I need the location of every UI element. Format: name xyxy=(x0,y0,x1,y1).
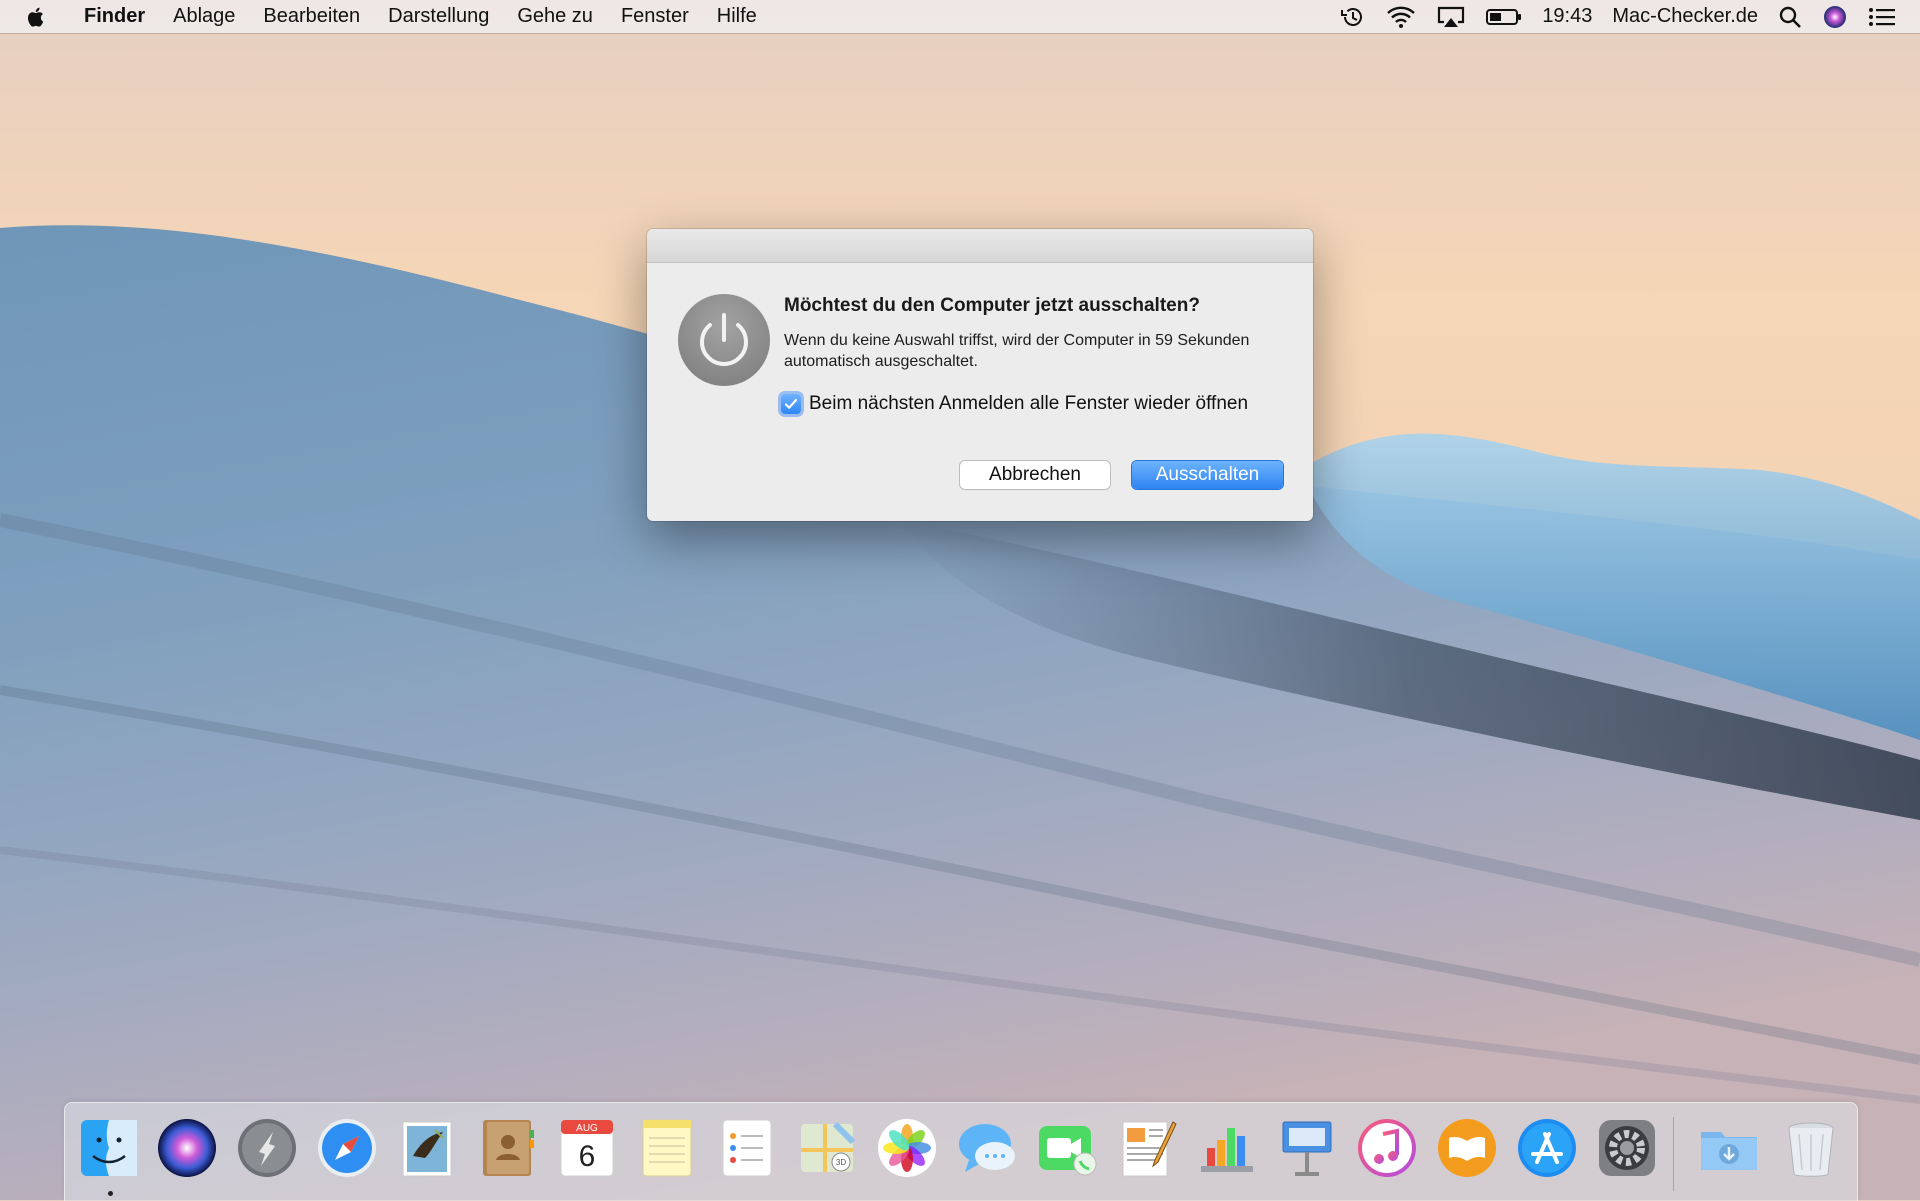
menu-hilfe[interactable]: Hilfe xyxy=(703,0,771,33)
menu-bearbeiten[interactable]: Bearbeiten xyxy=(249,0,374,33)
spotlight-icon[interactable] xyxy=(1768,0,1812,33)
siri-app-icon[interactable] xyxy=(155,1116,219,1180)
messages-icon[interactable] xyxy=(955,1116,1019,1180)
menubar-clock[interactable]: 19:43 xyxy=(1532,0,1602,33)
dialog-title: Möchtest du den Computer jetzt ausschalt… xyxy=(784,295,1200,316)
menu-bar: Finder Ablage Bearbeiten Darstellung Geh… xyxy=(0,0,1920,33)
dialog-message: Wenn du keine Auswahl triffst, wird der … xyxy=(784,332,1250,370)
reopen-windows-option[interactable]: Beim nächsten Anmelden alle Fenster wied… xyxy=(781,393,1248,415)
trash-icon[interactable] xyxy=(1779,1116,1843,1180)
dialog-titlebar xyxy=(647,229,1313,263)
app-store-icon[interactable] xyxy=(1515,1116,1579,1180)
downloads-folder-icon[interactable] xyxy=(1693,1116,1765,1180)
menu-finder[interactable]: Finder xyxy=(70,0,159,33)
power-icon xyxy=(677,293,771,387)
checkmark-icon xyxy=(784,398,798,409)
photos-icon[interactable] xyxy=(875,1116,939,1180)
dock-separator xyxy=(1673,1117,1674,1191)
dock: AUG 6 3D xyxy=(64,1102,1858,1201)
reopen-windows-checkbox[interactable] xyxy=(781,394,801,414)
calendar-icon[interactable]: AUG 6 xyxy=(555,1116,619,1180)
notes-icon[interactable] xyxy=(635,1116,699,1180)
apple-menu-icon[interactable] xyxy=(0,0,70,33)
keynote-icon[interactable] xyxy=(1275,1116,1339,1180)
time-machine-icon[interactable] xyxy=(1328,0,1376,33)
reminders-icon[interactable] xyxy=(715,1116,779,1180)
pages-icon[interactable] xyxy=(1115,1116,1179,1180)
finder-running-indicator xyxy=(108,1191,113,1196)
siri-icon[interactable] xyxy=(1812,0,1858,33)
airplay-icon[interactable] xyxy=(1426,0,1476,33)
battery-icon[interactable] xyxy=(1476,0,1532,33)
menu-darstellung[interactable]: Darstellung xyxy=(374,0,503,33)
ibooks-icon[interactable] xyxy=(1435,1116,1499,1180)
cancel-button[interactable]: Abbrechen xyxy=(960,461,1110,489)
reopen-windows-label: Beim nächsten Anmelden alle Fenster wied… xyxy=(809,393,1249,414)
svg-text:3D: 3D xyxy=(836,1158,846,1167)
maps-icon[interactable]: 3D xyxy=(795,1116,859,1180)
system-preferences-icon[interactable] xyxy=(1595,1116,1659,1180)
contacts-icon[interactable] xyxy=(475,1116,539,1180)
menu-fenster[interactable]: Fenster xyxy=(607,0,703,33)
menu-ablage[interactable]: Ablage xyxy=(159,0,249,33)
mail-icon[interactable] xyxy=(395,1116,459,1180)
notification-center-icon[interactable] xyxy=(1858,0,1906,33)
shutdown-button[interactable]: Ausschalten xyxy=(1132,461,1283,489)
numbers-icon[interactable] xyxy=(1195,1116,1259,1180)
calendar-day: 6 xyxy=(579,1140,596,1173)
facetime-icon[interactable] xyxy=(1035,1116,1099,1180)
safari-icon[interactable] xyxy=(315,1116,379,1180)
calendar-month: AUG xyxy=(576,1123,598,1134)
menubar-user-name[interactable]: Mac-Checker.de xyxy=(1602,0,1768,33)
shutdown-dialog: Möchtest du den Computer jetzt ausschalt… xyxy=(647,229,1313,521)
launchpad-icon[interactable] xyxy=(235,1116,299,1180)
finder-icon[interactable] xyxy=(77,1116,141,1180)
menu-gehe-zu[interactable]: Gehe zu xyxy=(503,0,607,33)
wifi-icon[interactable] xyxy=(1376,0,1426,33)
desktop-wallpaper xyxy=(0,0,1920,1200)
itunes-icon[interactable] xyxy=(1355,1116,1419,1180)
